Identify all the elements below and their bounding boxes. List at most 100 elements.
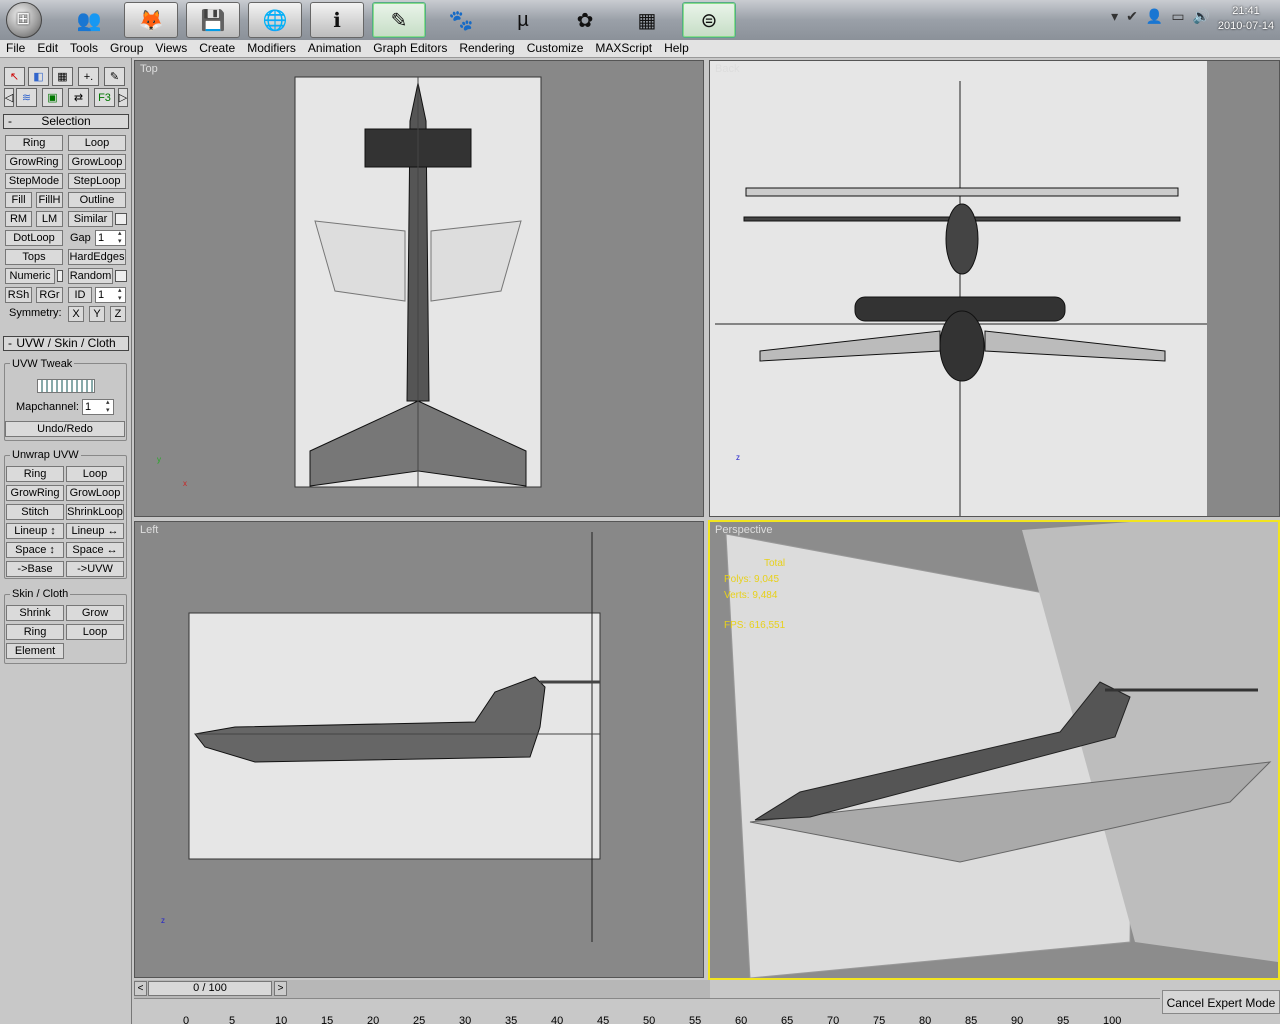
viewport-top-label[interactable]: Top bbox=[140, 63, 158, 75]
shrink-button[interactable]: Shrink bbox=[6, 605, 64, 621]
unwrap-ring-button[interactable]: Ring bbox=[6, 466, 64, 482]
unwrap-loop-button[interactable]: Loop bbox=[66, 466, 124, 482]
id-button[interactable]: ID bbox=[68, 287, 92, 303]
rsh-button[interactable]: RSh bbox=[5, 287, 32, 303]
viewport-back[interactable]: Back z bbox=[709, 60, 1280, 517]
numeric-options-icon[interactable] bbox=[57, 270, 63, 282]
utorrent-icon[interactable]: µ bbox=[496, 2, 550, 38]
rm-button[interactable]: RM bbox=[5, 211, 32, 227]
symmetry-x-button[interactable]: X bbox=[68, 306, 84, 322]
menu-graph-editors[interactable]: Graph Editors bbox=[367, 40, 453, 57]
gimp-icon[interactable]: 🐾 bbox=[434, 2, 488, 38]
unwrap-growring-button[interactable]: GrowRing bbox=[6, 485, 64, 501]
menu-create[interactable]: Create bbox=[193, 40, 241, 57]
ring-button[interactable]: Ring bbox=[5, 135, 63, 151]
skin-ring-button[interactable]: Ring bbox=[6, 624, 64, 640]
menu-rendering[interactable]: Rendering bbox=[453, 40, 520, 57]
id-spinner[interactable]: 1 bbox=[95, 287, 126, 303]
firefox-icon[interactable]: 🦊 bbox=[124, 2, 178, 38]
space-horizontal-button[interactable]: Space ↔ bbox=[66, 542, 124, 558]
selection-rollout[interactable]: - Selection bbox=[3, 114, 129, 129]
element-button[interactable]: Element bbox=[6, 643, 64, 659]
unwrap-growloop-button[interactable]: GrowLoop bbox=[66, 485, 124, 501]
display-icon[interactable]: ▭ bbox=[1171, 8, 1184, 25]
start-button[interactable]: ⊞ bbox=[6, 2, 42, 38]
time-slider[interactable]: < 0 / 100 > bbox=[134, 980, 710, 998]
viewport-top[interactable]: Top y x bbox=[134, 60, 704, 517]
fill-button[interactable]: Fill bbox=[5, 192, 32, 208]
leaf-icon[interactable]: ✿ bbox=[558, 2, 612, 38]
menu-tools[interactable]: Tools bbox=[64, 40, 104, 57]
uvw-rollout[interactable]: - UVW / Skin / Cloth bbox=[3, 336, 129, 351]
cancel-expert-mode-button[interactable]: Cancel Expert Mode bbox=[1162, 990, 1280, 1014]
symmetry-y-button[interactable]: Y bbox=[89, 306, 105, 322]
lm-button[interactable]: LM bbox=[36, 211, 63, 227]
menu-edit[interactable]: Edit bbox=[31, 40, 64, 57]
menu-maxscript[interactable]: MAXScript bbox=[589, 40, 658, 57]
numeric-button[interactable]: Numeric bbox=[5, 268, 55, 284]
shrinkloop-button[interactable]: ShrinkLoop bbox=[66, 504, 124, 520]
people-icon[interactable]: 👥 bbox=[62, 2, 116, 38]
tray-expand-icon[interactable]: ▾ bbox=[1111, 8, 1118, 25]
menu-modifiers[interactable]: Modifiers bbox=[241, 40, 302, 57]
security-icon[interactable]: ✔ bbox=[1126, 8, 1138, 25]
3dsmax-icon[interactable]: ⊜ bbox=[682, 2, 736, 38]
time-slider-thumb[interactable]: 0 / 100 bbox=[148, 981, 272, 996]
lineup-horizontal-button[interactable]: Lineup ↔ bbox=[66, 523, 124, 539]
stepmode-button[interactable]: StepMode bbox=[5, 173, 63, 189]
track-bar[interactable]: 0 5 10 15 20 25 30 35 40 45 50 55 60 65 70 75 80 85 90 95 10… bbox=[134, 998, 1160, 1024]
swirl-icon[interactable]: ≋ bbox=[16, 88, 37, 107]
frame-icon[interactable]: ▣ bbox=[42, 88, 63, 107]
save-icon[interactable]: 💾 bbox=[186, 2, 240, 38]
growloop-button[interactable]: GrowLoop bbox=[68, 154, 126, 170]
ie-icon[interactable]: 🌐 bbox=[248, 2, 302, 38]
viewport-perspective[interactable]: Perspective Total Polys: 9,045 Verts: 9,… bbox=[708, 520, 1280, 980]
menu-file[interactable]: File bbox=[0, 40, 31, 57]
menu-animation[interactable]: Animation bbox=[302, 40, 367, 57]
uvw-tweak-pattern-icon[interactable] bbox=[37, 379, 95, 393]
time-prev-icon[interactable]: < bbox=[134, 981, 147, 996]
calculator-icon[interactable]: ▦ bbox=[620, 2, 674, 38]
tops-button[interactable]: Tops bbox=[5, 249, 63, 265]
space-vertical-button[interactable]: Space ↕ bbox=[6, 542, 64, 558]
random-button[interactable]: Random bbox=[68, 268, 113, 284]
f3-icon[interactable]: F3 bbox=[94, 88, 115, 107]
fillh-button[interactable]: FillH bbox=[36, 192, 63, 208]
similar-button[interactable]: Similar bbox=[68, 211, 113, 227]
loop-button[interactable]: Loop bbox=[68, 135, 126, 151]
transform-icon[interactable]: ⇄ bbox=[68, 88, 89, 107]
outline-button[interactable]: Outline bbox=[68, 192, 126, 208]
rgr-button[interactable]: RGr bbox=[36, 287, 63, 303]
gap-spinner[interactable]: 1 bbox=[95, 230, 126, 246]
menu-views[interactable]: Views bbox=[149, 40, 193, 57]
lineup-vertical-button[interactable]: Lineup ↕ bbox=[6, 523, 64, 539]
symmetry-z-button[interactable]: Z bbox=[110, 306, 126, 322]
time-next-icon[interactable]: > bbox=[274, 981, 287, 996]
viewport-left[interactable]: Left z bbox=[134, 521, 704, 978]
arrow-right-icon[interactable]: ▷ bbox=[118, 88, 128, 107]
stitch-button[interactable]: Stitch bbox=[6, 504, 64, 520]
viewport-perspective-label[interactable]: Perspective bbox=[715, 524, 772, 536]
dotloop-button[interactable]: DotLoop bbox=[5, 230, 63, 246]
box-icon[interactable]: ◧ bbox=[28, 67, 49, 86]
undo-redo-button[interactable]: Undo/Redo bbox=[5, 421, 125, 437]
viewport-left-label[interactable]: Left bbox=[140, 524, 158, 536]
info-icon[interactable]: ℹ bbox=[310, 2, 364, 38]
grid-icon[interactable]: ▦ bbox=[52, 67, 73, 86]
random-options-icon[interactable] bbox=[115, 270, 127, 282]
clock[interactable]: 21:41 2010-07-14 bbox=[1212, 0, 1280, 40]
mapchannel-spinner[interactable]: 1 bbox=[82, 399, 114, 415]
plus-icon[interactable]: +. bbox=[78, 67, 99, 86]
skin-loop-button[interactable]: Loop bbox=[66, 624, 124, 640]
to-uvw-button[interactable]: ->UVW bbox=[66, 561, 124, 577]
brush-icon[interactable]: ✎ bbox=[104, 67, 125, 86]
select-icon[interactable]: ↖ bbox=[4, 67, 25, 86]
arrow-left-icon[interactable]: ◁ bbox=[4, 88, 14, 107]
user-icon[interactable]: 👤 bbox=[1146, 8, 1163, 25]
steploop-button[interactable]: StepLoop bbox=[68, 173, 126, 189]
hardedges-button[interactable]: HardEdges bbox=[68, 249, 126, 265]
to-base-button[interactable]: ->Base bbox=[6, 561, 64, 577]
grow-button[interactable]: Grow bbox=[66, 605, 124, 621]
menu-group[interactable]: Group bbox=[104, 40, 149, 57]
growring-button[interactable]: GrowRing bbox=[5, 154, 63, 170]
